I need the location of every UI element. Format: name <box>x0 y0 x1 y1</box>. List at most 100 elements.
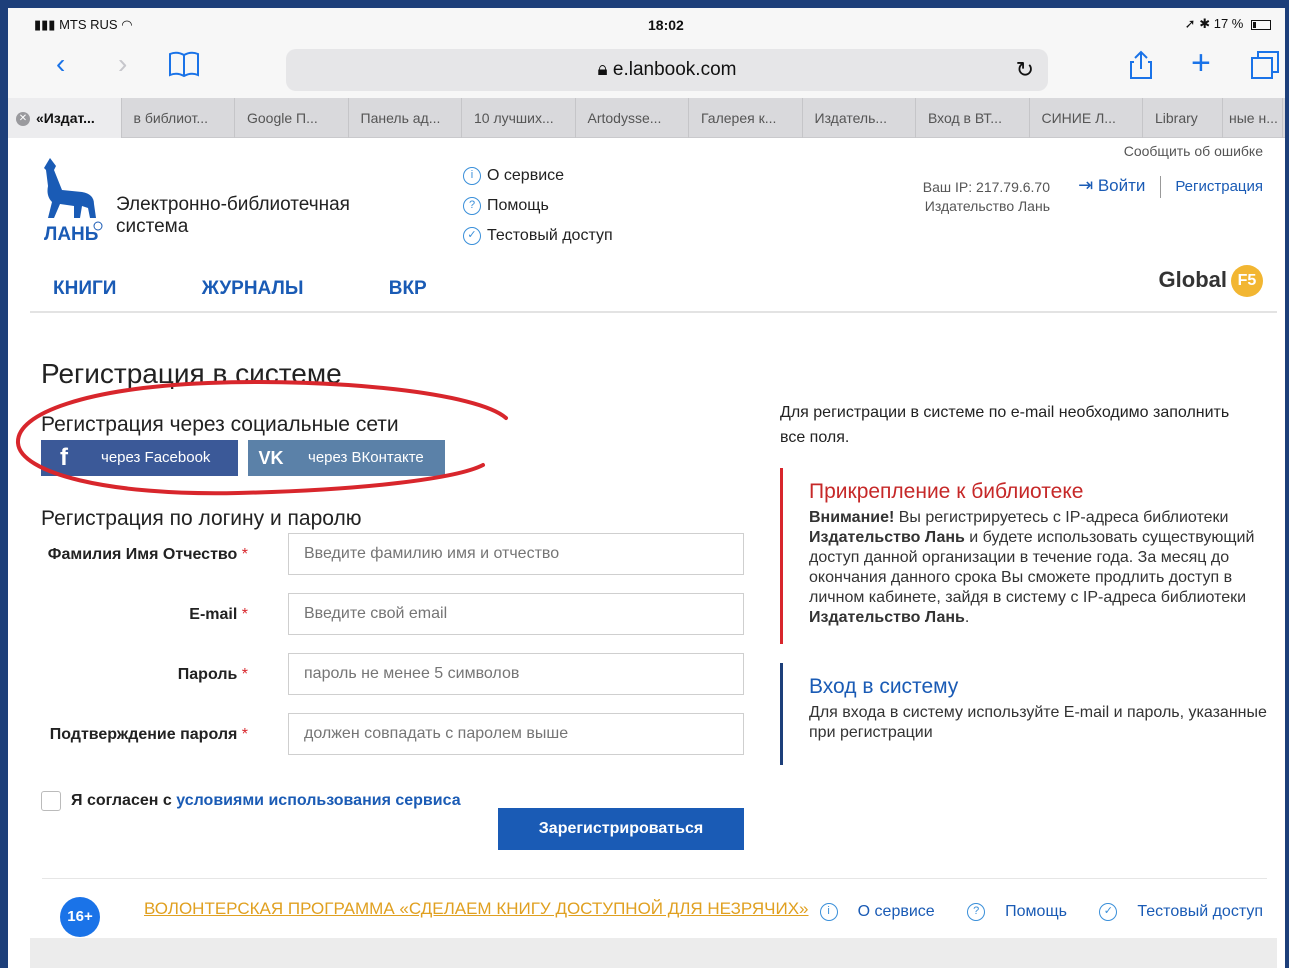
bluetooth-icon: ✱ <box>1199 16 1211 31</box>
facebook-icon: f <box>60 444 68 471</box>
tab[interactable]: ные н... <box>1223 98 1283 138</box>
help-icon: ? <box>463 196 481 215</box>
tab[interactable]: Вход в ВТ... <box>916 98 1030 138</box>
trial-link[interactable]: ✓ Тестовый доступ <box>463 226 613 256</box>
header-divider <box>30 311 1277 313</box>
organization: Издательство Лань <box>924 198 1050 214</box>
login-info-box: Вход в систему Для входа в систему испол… <box>780 663 1270 765</box>
help-link[interactable]: ? Помощь <box>463 196 613 226</box>
footer-divider <box>42 878 1267 879</box>
clock: 18:02 <box>648 17 684 33</box>
share-icon[interactable] <box>1128 50 1154 85</box>
battery-icon <box>1251 19 1271 30</box>
terms-link[interactable]: условиями использования сервиса <box>176 792 460 809</box>
tab[interactable]: Издатель... <box>803 98 916 138</box>
password-field[interactable] <box>288 653 744 695</box>
login-info-title: Вход в систему <box>809 675 959 698</box>
facebook-button[interactable]: f через Facebook <box>41 440 238 476</box>
divider <box>1159 175 1161 198</box>
location-icon: ➚ <box>1184 16 1196 31</box>
fullname-label: Фамилия Имя Отчество * <box>47 546 248 563</box>
tab[interactable]: 10 лучших... <box>462 98 576 138</box>
tab[interactable]: Library <box>1143 98 1223 138</box>
carrier-name: MTS RUS <box>59 17 118 32</box>
browser-frame: ▮▮▮ MTS RUS ◠ 18:02 ➚ ✱ 17 % ‹ › 🔒︎ e.la… <box>0 0 1289 968</box>
fullname-field[interactable] <box>288 533 744 575</box>
browser-toolbar: ‹ › 🔒︎ e.lanbook.com ↻ + <box>8 38 1285 98</box>
footer-help-link[interactable]: ? Помощь <box>953 903 1067 921</box>
page-title: Регистрация в системе <box>41 358 342 389</box>
info-icon: i <box>819 903 838 921</box>
registration-intro: Для регистрации в системе по e-mail необ… <box>780 404 1230 446</box>
footer-about-link[interactable]: iО сервисе <box>806 903 935 921</box>
nav-books[interactable]: КНИГИ <box>53 278 116 300</box>
footer-bar <box>30 938 1277 968</box>
tabs-overview-icon[interactable] <box>1250 50 1280 85</box>
address-bar[interactable]: 🔒︎ e.lanbook.com ↻ <box>286 49 1048 91</box>
terms-checkbox[interactable] <box>41 791 61 811</box>
ip-info: Ваш IP: 217.79.6.70 Издательство Лань <box>923 178 1050 216</box>
footer-links: iО сервисе ? Помощь ✓ Тестовый доступ <box>792 903 1263 921</box>
tab-active[interactable]: ✕ «Издат... <box>8 98 122 138</box>
lan-logo[interactable]: ЛАНЬ <box>42 156 106 246</box>
age-rating-badge: 16+ <box>60 897 100 937</box>
tab[interactable]: СИНИЕ Л... <box>1030 98 1143 138</box>
library-attach-box: Прикрепление к библиотеке Внимание! Вы р… <box>780 468 1270 644</box>
status-bar: ▮▮▮ MTS RUS ◠ 18:02 ➚ ✱ 17 % <box>8 8 1285 38</box>
signal-icon: ▮▮▮ <box>34 17 56 32</box>
vk-icon: VK <box>258 448 284 468</box>
global-f5-logo[interactable]: Global F5 <box>1159 265 1263 297</box>
bookmarks-icon[interactable] <box>168 50 200 82</box>
wifi-icon: ◠ <box>121 17 133 32</box>
confirm-password-field[interactable] <box>288 713 744 755</box>
logo-text: ЛАНЬ <box>44 224 98 245</box>
volunteer-program-link[interactable]: ВОЛОНТЕРСКАЯ ПРОГРАММА «СДЕЛАЕМ КНИГУ ДО… <box>144 899 809 919</box>
tab[interactable]: в библиот... <box>122 98 235 138</box>
service-links: iО сервисе ? Помощь ✓ Тестовый доступ <box>463 166 613 256</box>
forward-icon[interactable]: › <box>118 50 127 78</box>
info-icon: i <box>463 166 481 185</box>
main-nav: КНИГИ ЖУРНАЛЫ ВКР <box>53 278 507 300</box>
password-label: Пароль * <box>177 666 248 683</box>
confirm-password-label: Подтверждение пароля * <box>49 726 248 743</box>
library-attach-title: Прикрепление к библиотеке <box>809 480 1084 503</box>
social-registration-heading: Регистрация через социальные сети <box>41 413 399 436</box>
library-attach-text: Внимание! Вы регистрируетесь с IP-адреса… <box>809 509 1255 626</box>
new-tab-icon[interactable]: + <box>1191 46 1211 80</box>
help-icon: ? <box>967 903 986 921</box>
login-info-text: Для входа в систему используйте E-mail и… <box>809 704 1267 741</box>
site-title: Электронно-библиотечная система <box>116 194 350 237</box>
carrier-info: ▮▮▮ MTS RUS ◠ <box>34 17 133 33</box>
close-tab-icon[interactable]: ✕ <box>16 112 30 127</box>
check-icon: ✓ <box>1099 903 1118 921</box>
tab-strip: ✕ «Издат... в библиот... Google П... Пане… <box>8 98 1285 138</box>
auth-links: ⇥ Войти Регистрация <box>1078 175 1263 198</box>
url-display[interactable]: 🔒︎ e.lanbook.com <box>286 59 1048 81</box>
register-link[interactable]: Регистрация <box>1175 178 1263 195</box>
email-field[interactable] <box>288 593 744 635</box>
battery-percent: 17 % <box>1213 16 1244 31</box>
back-icon[interactable]: ‹ <box>56 50 65 78</box>
check-icon: ✓ <box>463 226 481 245</box>
nav-journals[interactable]: ЖУРНАЛЫ <box>202 278 304 300</box>
terms-agreement: Я согласен с условиями использования сер… <box>41 791 461 811</box>
footer-trial-link[interactable]: ✓ Тестовый доступ <box>1085 903 1263 921</box>
report-error-link[interactable]: Сообщить об ошибке <box>1124 143 1263 159</box>
login-registration-heading: Регистрация по логину и паролю <box>41 507 362 530</box>
f5-badge: F5 <box>1231 265 1263 297</box>
vk-button[interactable]: VK через ВКонтакте <box>248 440 445 476</box>
lock-icon: 🔒︎ <box>597 59 608 80</box>
reload-icon[interactable]: ↻ <box>1016 57 1034 83</box>
login-icon: ⇥ <box>1078 175 1094 195</box>
tab[interactable]: Панель ад... <box>349 98 462 138</box>
register-button[interactable]: Зарегистрироваться <box>498 808 744 850</box>
nav-vkr[interactable]: ВКР <box>389 278 427 300</box>
ip-address: Ваш IP: 217.79.6.70 <box>922 179 1050 195</box>
url-text: e.lanbook.com <box>612 59 737 80</box>
email-label: E-mail * <box>189 606 248 623</box>
tab[interactable]: Google П... <box>235 98 349 138</box>
tab[interactable]: Галерея к... <box>689 98 803 138</box>
about-link[interactable]: iО сервисе <box>463 166 613 196</box>
tab[interactable]: Artodysse... <box>576 98 689 138</box>
login-link[interactable]: Войти <box>1098 176 1146 195</box>
